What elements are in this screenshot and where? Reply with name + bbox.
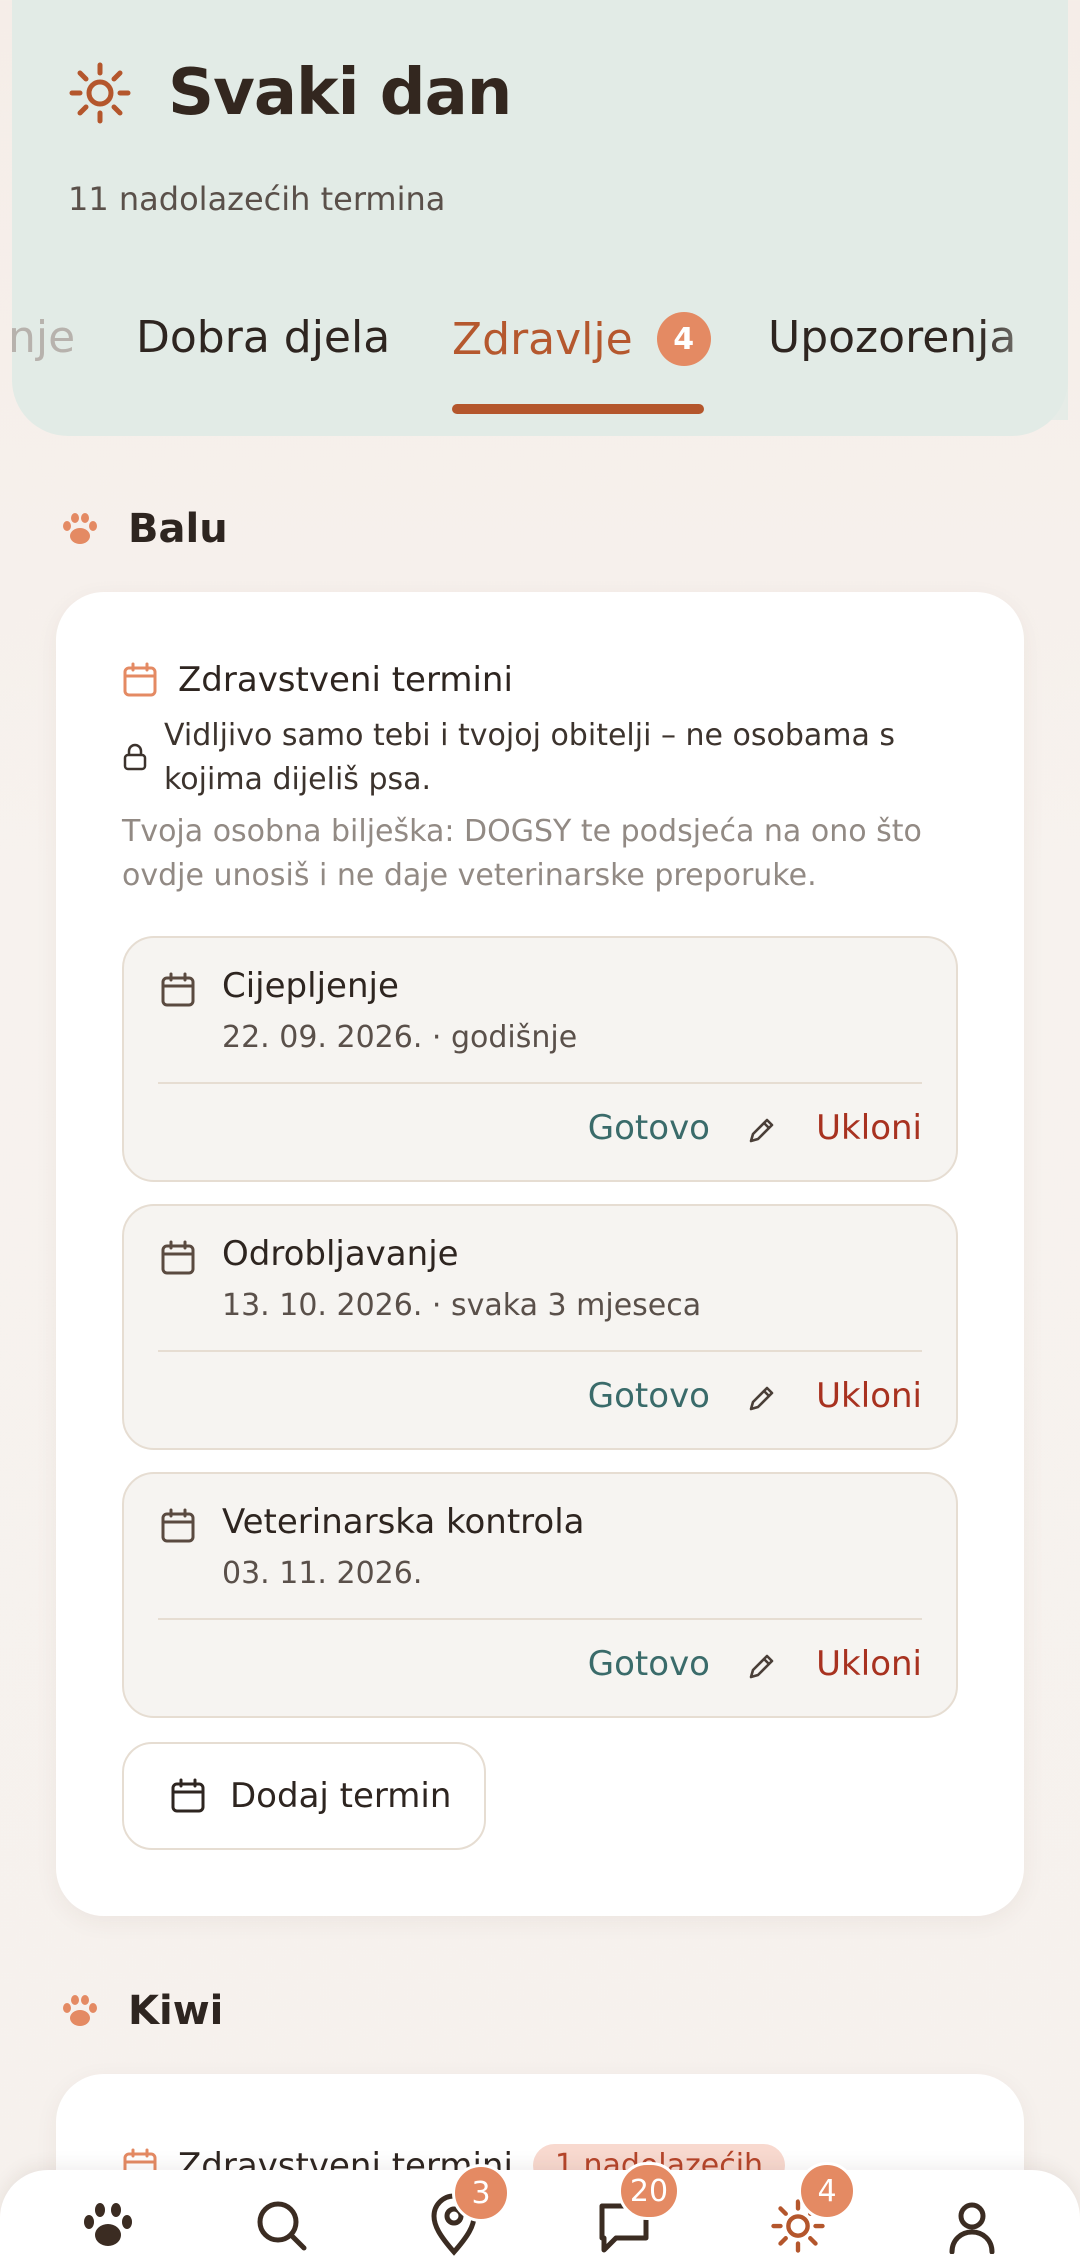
divider xyxy=(158,1350,922,1352)
daily-badge: 4 xyxy=(798,2162,856,2220)
paw-icon xyxy=(63,513,97,544)
remove-button[interactable]: Ukloni xyxy=(816,1108,922,1148)
page-header: Svaki dan 11 nadolazećih termina nje Dob… xyxy=(12,0,1068,436)
calendar-icon xyxy=(161,1508,195,1543)
pencil-icon[interactable] xyxy=(746,1114,778,1146)
divider xyxy=(158,1082,922,1084)
tab-previous-partial[interactable]: nje xyxy=(12,312,75,363)
tab-bar: nje Dobra djela Zdravlje 4 Upozorenja xyxy=(12,300,1068,420)
messages-badge: 20 xyxy=(618,2162,680,2220)
privacy-notice: Vidljivo samo tebi i tvojoj obitelji – n… xyxy=(122,714,942,802)
paw-icon xyxy=(63,1995,97,2026)
appointment-date: 03. 11. 2026. xyxy=(222,1556,423,1591)
page-title: Svaki dan xyxy=(168,56,512,130)
upcoming-count: 11 nadolazećih termina xyxy=(68,180,446,218)
pet-heading-kiwi: Kiwi xyxy=(60,1988,223,2034)
done-button[interactable]: Gotovo xyxy=(588,1108,710,1148)
disclaimer-note: Tvoja osobna bilješka: DOGSY te podsjeća… xyxy=(122,814,922,893)
calendar-icon xyxy=(123,662,157,697)
appointment-title: Odrobljavanje xyxy=(222,1234,459,1274)
done-button[interactable]: Gotovo xyxy=(588,1644,710,1684)
appointment-title: Cijepljenje xyxy=(222,966,399,1006)
done-button[interactable]: Gotovo xyxy=(588,1376,710,1416)
pet-name: Balu xyxy=(128,506,228,552)
appointment-date: 13. 10. 2026. · svaka 3 mjeseca xyxy=(222,1288,702,1323)
pet-name: Kiwi xyxy=(128,1988,224,2034)
tab-zdravlje-badge: 4 xyxy=(656,312,711,366)
tab-fade xyxy=(978,300,1068,420)
calendar-icon xyxy=(161,972,195,1007)
search-icon[interactable] xyxy=(254,2198,310,2254)
appointment-item: Cijepljenje 22. 09. 2026. · godišnje Got… xyxy=(122,936,958,1182)
sun-icon xyxy=(69,62,131,124)
title-row: Svaki dan xyxy=(68,56,512,130)
paw-icon[interactable] xyxy=(80,2198,136,2254)
remove-button[interactable]: Ukloni xyxy=(816,1644,922,1684)
tab-zdravlje-label: Zdravlje xyxy=(452,313,633,365)
card-header: Zdravstveni termini xyxy=(122,660,513,700)
map-tab[interactable]: 3 xyxy=(426,2164,510,2262)
appointment-item: Odrobljavanje 13. 10. 2026. · svaka 3 mj… xyxy=(122,1204,958,1450)
appointment-item: Veterinarska kontrola 03. 11. 2026. Goto… xyxy=(122,1472,958,1718)
remove-button[interactable]: Ukloni xyxy=(816,1376,922,1416)
active-tab-indicator xyxy=(452,404,704,414)
divider xyxy=(158,1618,922,1620)
bottom-nav: 3 20 4 xyxy=(0,2162,1080,2268)
appointment-title: Veterinarska kontrola xyxy=(222,1502,585,1542)
calendar-icon xyxy=(171,1778,205,1813)
pet-heading-balu: Balu xyxy=(60,506,228,552)
pencil-icon[interactable] xyxy=(746,1382,778,1414)
appointment-date: 22. 09. 2026. · godišnje xyxy=(222,1020,578,1055)
tab-dobra-djela[interactable]: Dobra djela xyxy=(136,312,390,363)
daily-tab[interactable]: 4 xyxy=(770,2162,856,2258)
messages-tab[interactable]: 20 xyxy=(596,2162,680,2258)
section-title: Zdravstveni termini xyxy=(178,660,513,700)
add-appointment-button[interactable]: Dodaj termin xyxy=(122,1742,486,1850)
calendar-icon xyxy=(161,1240,195,1275)
health-card-balu: Zdravstveni termini Vidljivo samo tebi i… xyxy=(56,592,1024,1916)
map-badge: 3 xyxy=(452,2164,510,2222)
profile-icon[interactable] xyxy=(944,2198,1000,2254)
tab-zdravlje[interactable]: Zdravlje 4 xyxy=(452,312,711,366)
lock-icon xyxy=(123,743,147,771)
add-appointment-label: Dodaj termin xyxy=(230,1776,452,1816)
pencil-icon[interactable] xyxy=(746,1650,778,1682)
privacy-text: Vidljivo samo tebi i tvojoj obitelji – n… xyxy=(164,718,896,797)
